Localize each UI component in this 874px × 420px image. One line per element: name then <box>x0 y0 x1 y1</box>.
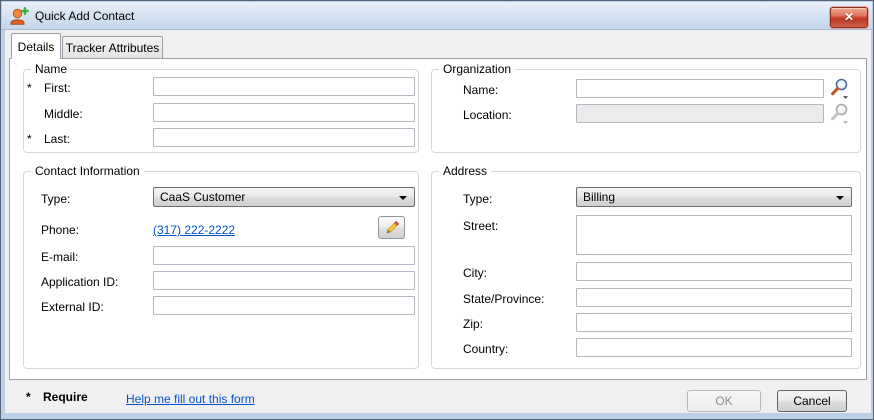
first-name-input[interactable] <box>153 77 415 96</box>
organization-location-lookup-button <box>828 102 852 126</box>
window-title: Quick Add Contact <box>35 9 134 23</box>
phone-label: Phone: <box>41 222 79 238</box>
country-label: Country: <box>463 341 508 357</box>
help-link[interactable]: Help me fill out this form <box>126 391 255 407</box>
organization-name-lookup-button[interactable] <box>828 77 852 101</box>
cancel-button[interactable]: Cancel <box>777 390 847 412</box>
tab-tracker-attributes[interactable]: Tracker Attributes <box>62 36 163 59</box>
city-input[interactable] <box>576 262 852 281</box>
contact-type-label: Type: <box>41 191 70 207</box>
zip-label: Zip: <box>463 316 483 332</box>
state-province-label: State/Province: <box>463 291 544 307</box>
required-marker: * <box>26 390 31 404</box>
email-input[interactable] <box>153 246 415 265</box>
phone-edit-button[interactable] <box>378 216 405 239</box>
zip-input[interactable] <box>576 313 852 332</box>
name-group-legend: Name <box>31 62 71 76</box>
contact-information-legend: Contact Information <box>31 164 144 178</box>
first-required-marker: * <box>27 79 32 95</box>
search-icon-disabled <box>828 102 852 126</box>
phone-number-link[interactable]: (317) 222-2222 <box>153 222 235 238</box>
last-name-label: Last: <box>44 131 70 147</box>
organization-name-input[interactable] <box>576 79 824 98</box>
organization-name-label: Name: <box>463 82 498 98</box>
street-input[interactable] <box>576 215 852 255</box>
state-province-input[interactable] <box>576 288 852 307</box>
external-id-label: External ID: <box>41 299 104 315</box>
organization-location-input <box>576 104 824 123</box>
ok-button[interactable]: OK <box>687 390 761 412</box>
first-name-label: First: <box>44 80 71 96</box>
address-type-dropdown[interactable]: Billing <box>576 187 852 207</box>
close-button[interactable]: ✕ <box>830 7 868 28</box>
organization-location-label: Location: <box>463 107 512 123</box>
external-id-input[interactable] <box>153 296 415 315</box>
required-label: Require <box>43 390 88 404</box>
pencil-icon <box>384 220 400 236</box>
last-required-marker: * <box>27 130 32 146</box>
middle-name-input[interactable] <box>153 103 415 122</box>
chevron-down-icon <box>836 196 844 200</box>
chevron-down-icon <box>399 196 407 200</box>
add-contact-icon <box>9 6 29 26</box>
application-id-input[interactable] <box>153 271 415 290</box>
search-icon <box>828 77 852 101</box>
address-type-label: Type: <box>463 191 492 207</box>
country-input[interactable] <box>576 338 852 357</box>
street-label: Street: <box>463 218 498 234</box>
contact-type-value: CaaS Customer <box>160 190 245 204</box>
organization-group-legend: Organization <box>439 62 515 76</box>
last-name-input[interactable] <box>153 128 415 147</box>
address-group-legend: Address <box>439 164 491 178</box>
titlebar: Quick Add Contact ✕ <box>2 2 872 30</box>
address-type-value: Billing <box>583 190 615 204</box>
quick-add-contact-dialog: Quick Add Contact ✕ Details Tracker Attr… <box>0 0 874 420</box>
city-label: City: <box>463 265 487 281</box>
contact-type-dropdown[interactable]: CaaS Customer <box>153 187 415 207</box>
close-icon: ✕ <box>844 10 854 24</box>
email-label: E-mail: <box>41 249 78 265</box>
middle-name-label: Middle: <box>44 106 83 122</box>
tab-details[interactable]: Details <box>11 33 61 59</box>
application-id-label: Application ID: <box>41 274 118 290</box>
